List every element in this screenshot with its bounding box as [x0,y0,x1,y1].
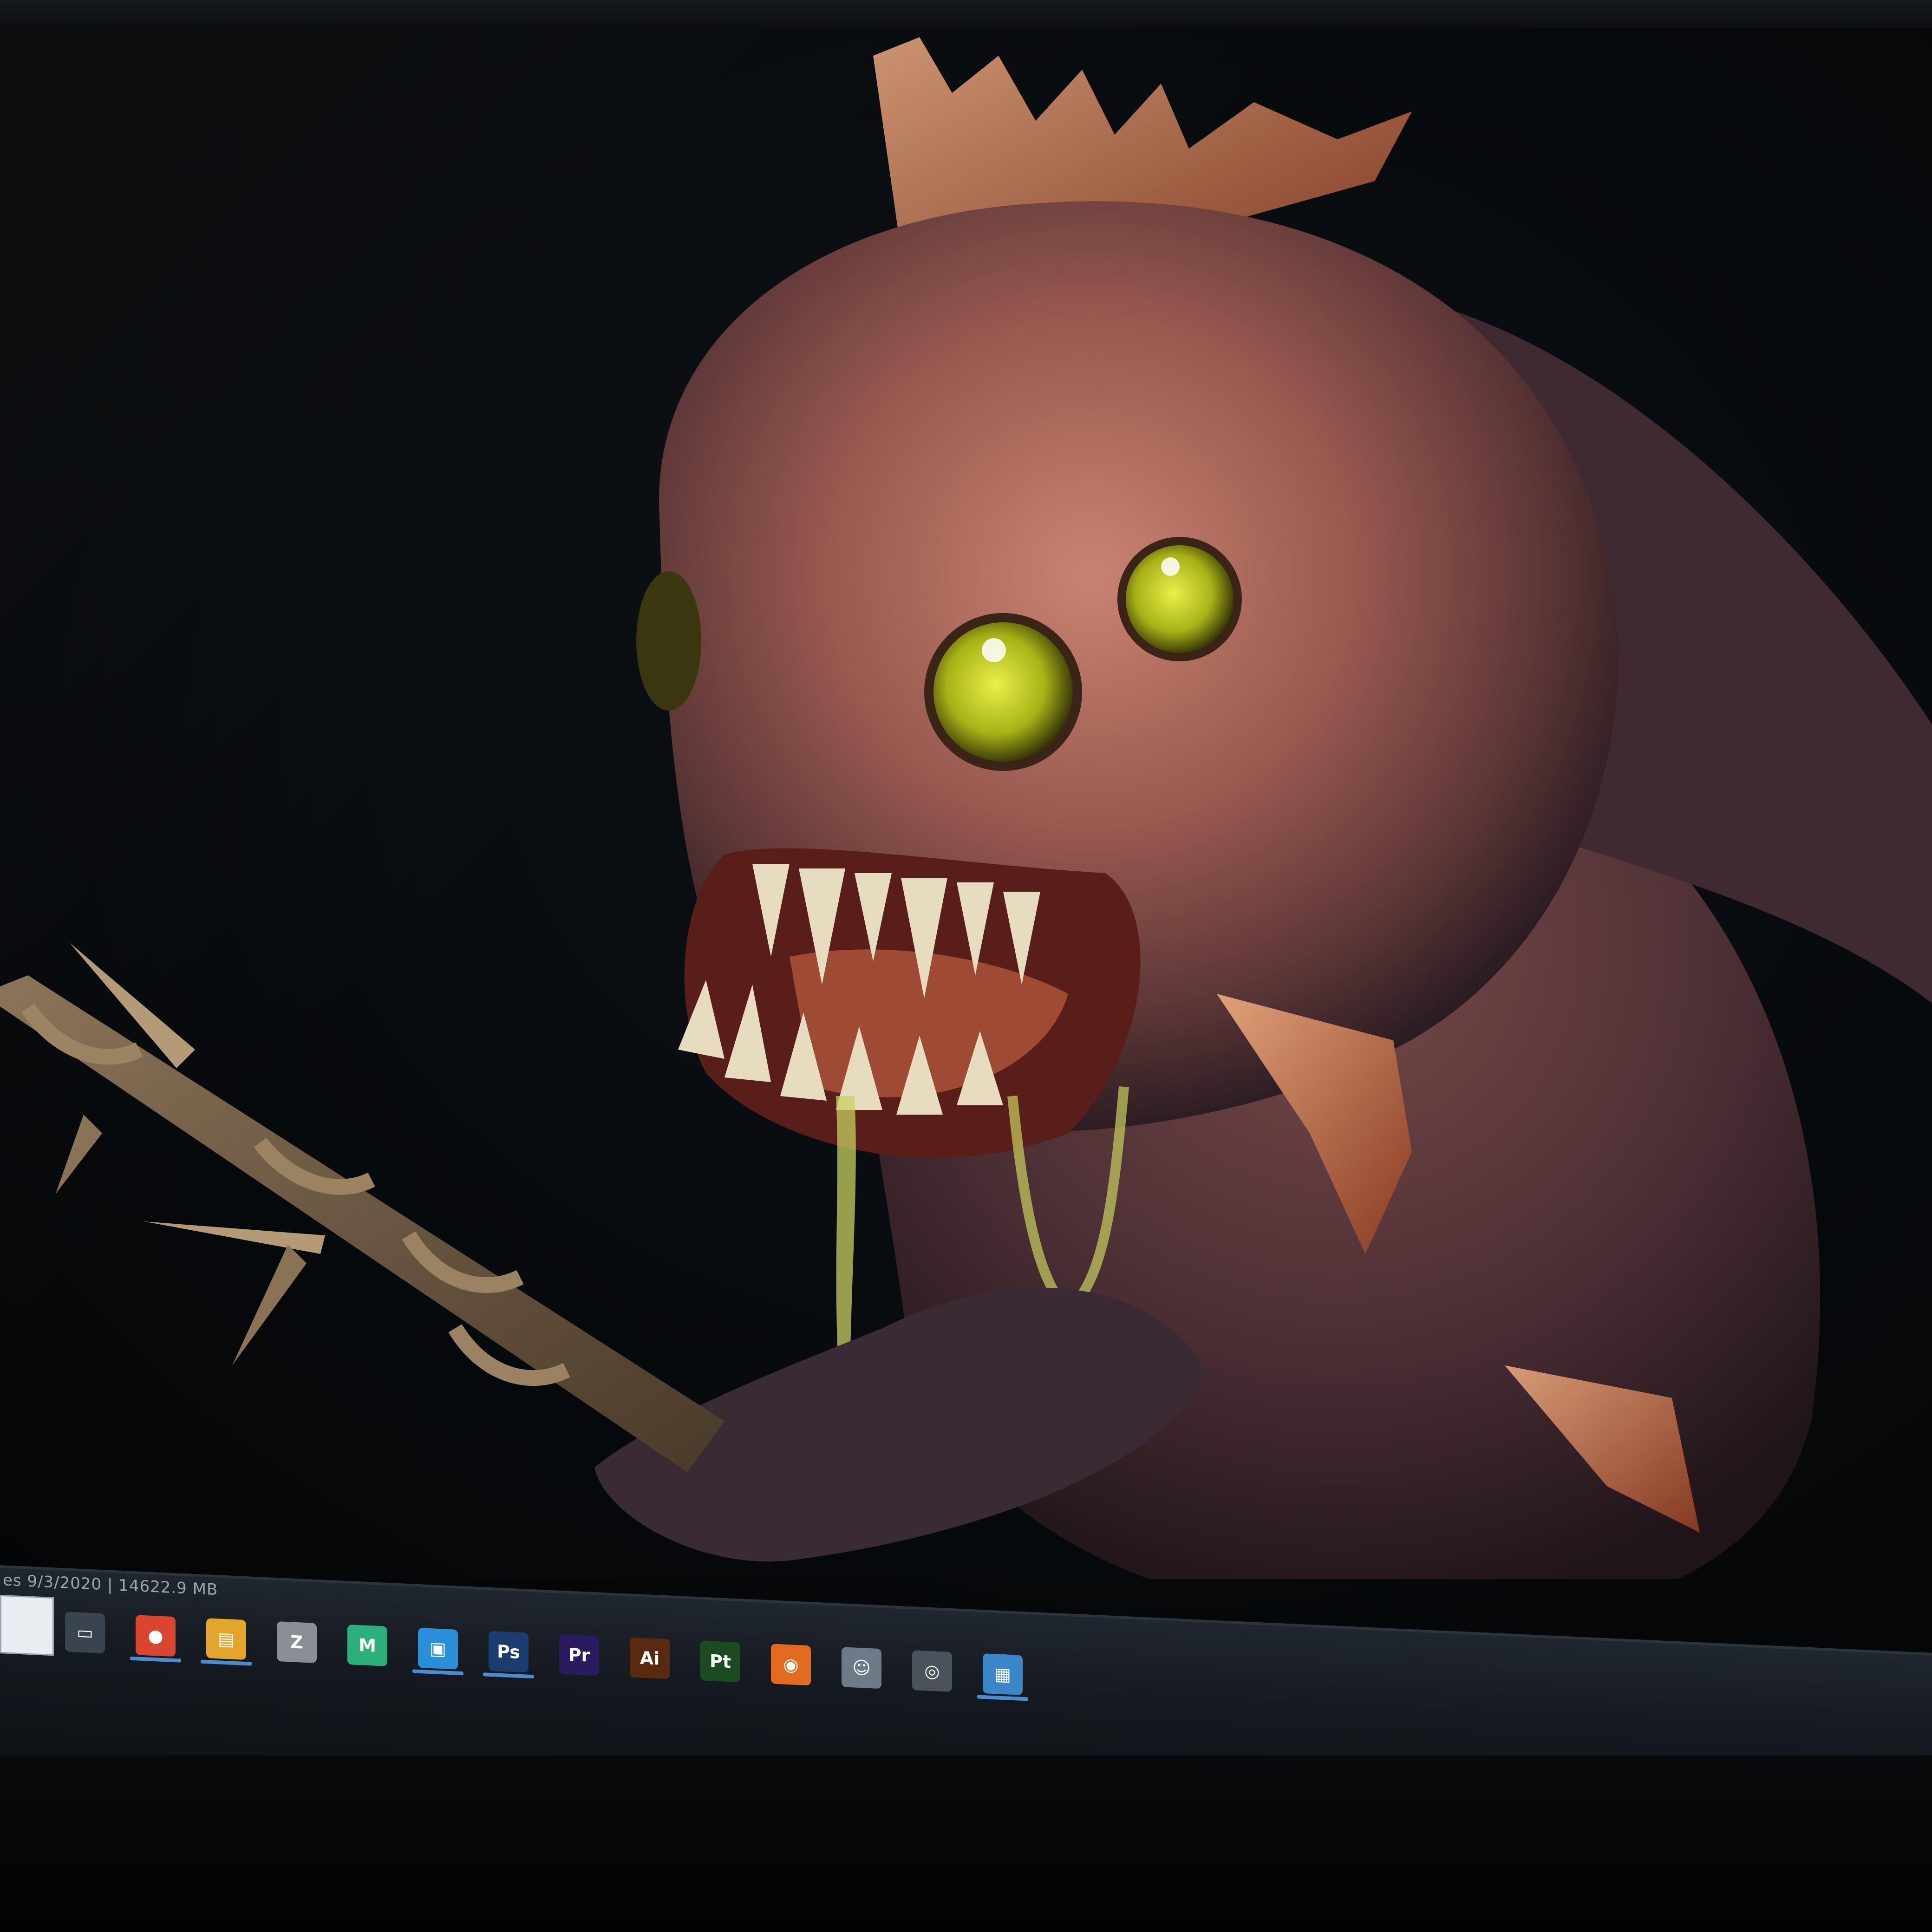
right-eye [1117,537,1242,661]
active-indicator [412,1669,463,1676]
task-view-icon[interactable]: ▭ [65,1612,105,1654]
side-eye [636,571,701,711]
marmoset-icon[interactable]: M [347,1624,387,1666]
monitor: es 9/3/2020 | 14622.9 MB ▭ ● ▤ Z M ▣ Ps Pr Ai Pt ◉… [0,0,1932,1932]
status-text: es 9/3/2020 | 14622.9 MB [3,1571,218,1599]
left-eye [924,613,1082,771]
active-indicator [977,1695,1028,1701]
blender-icon[interactable]: ◉ [771,1644,811,1686]
zbrush-icon[interactable]: Z [277,1621,317,1663]
illustrator-icon[interactable]: Ai [630,1637,670,1679]
active-indicator [201,1659,252,1666]
store-icon[interactable]: ▣ [418,1627,458,1670]
premiere-icon[interactable]: Pr [559,1634,599,1676]
spear-spike-2 [144,1221,325,1254]
spear-spike-4 [56,1115,102,1194]
creature-render [0,37,1932,1579]
photoshop-icon[interactable]: Ps [489,1631,529,1673]
monitor-bottom-bezel [0,1756,1932,1932]
spear-spike-3 [232,1245,307,1365]
substance-icon[interactable]: Pt [700,1640,740,1683]
monitor-app-icon[interactable]: ▦ [983,1653,1023,1695]
chrome-icon[interactable]: ● [136,1615,176,1657]
viewport[interactable] [0,28,1932,1579]
active-indicator [130,1656,181,1663]
taskbar-icons: ▭ ● ▤ Z M ▣ Ps Pr Ai Pt ◉ ☺ ◎ ▦ [0,1568,1932,1701]
file-explorer-icon[interactable]: ▤ [206,1618,246,1660]
obs-icon[interactable]: ◎ [912,1650,952,1692]
active-indicator [483,1672,534,1679]
search-box[interactable] [0,1595,54,1656]
discord-icon[interactable]: ☺ [842,1647,881,1689]
